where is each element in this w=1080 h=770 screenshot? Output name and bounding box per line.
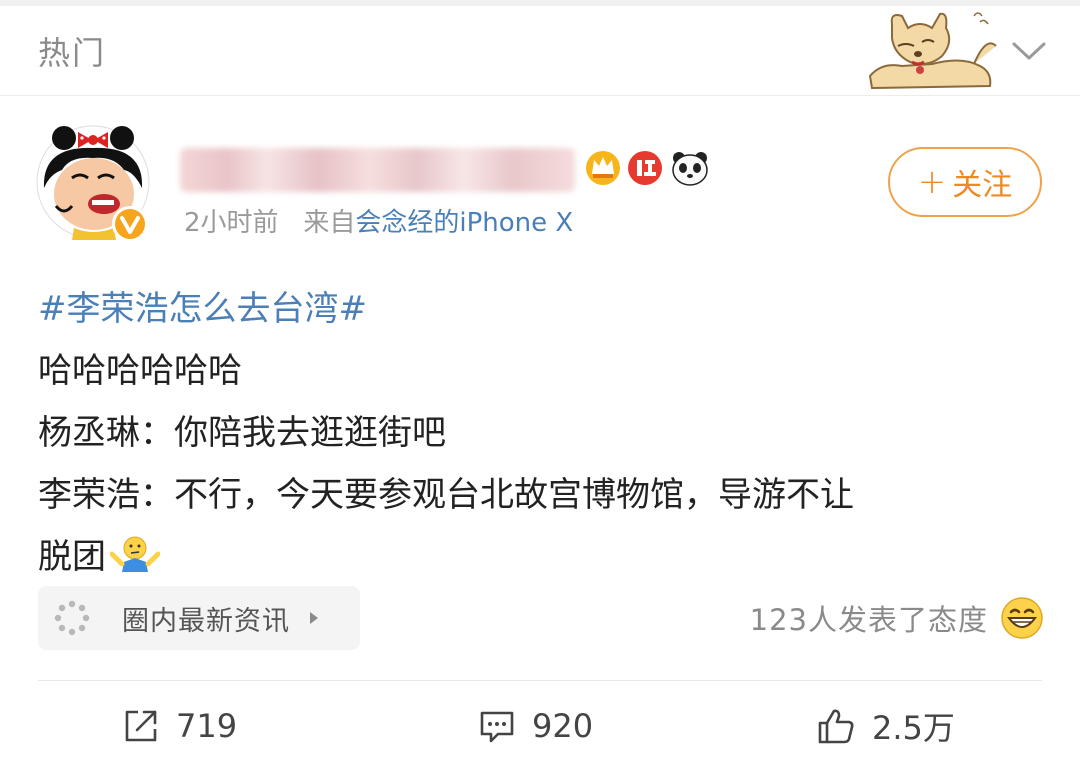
grin-emoji-icon: [1001, 597, 1043, 639]
caret-right-icon: [310, 612, 318, 624]
circle-tag-button[interactable]: 圈内最新资讯: [38, 586, 360, 650]
post-time: 2小时前: [184, 208, 279, 238]
user-badges: [586, 151, 708, 186]
shrug-emoji-icon: [110, 536, 160, 572]
post-source-device[interactable]: 会念经的iPhone X: [355, 208, 573, 238]
comment-button[interactable]: 920: [478, 698, 593, 754]
post-content: #李荣浩怎么去台湾# 哈哈哈哈哈哈 杨丞琳：你陪我去逛逛街吧 李荣浩：不行，今天…: [38, 278, 1048, 588]
username-redacted[interactable]: [180, 148, 575, 192]
content-line-1: 哈哈哈哈哈哈: [38, 351, 242, 391]
like-button[interactable]: 2.5万: [816, 698, 955, 754]
circle-dots-icon: [54, 600, 90, 636]
circle-tag-label: 圈内最新资讯: [122, 605, 290, 637]
panda-badge-icon: [672, 152, 708, 186]
section-header: 热门: [0, 6, 1080, 96]
content-line-2: 杨丞琳：你陪我去逛逛街吧: [38, 413, 446, 453]
chevron-down-icon[interactable]: [1008, 36, 1050, 64]
red-badge-icon: [628, 151, 662, 185]
repost-button[interactable]: 719: [122, 698, 237, 754]
section-title: 热门: [38, 34, 107, 72]
action-divider: [38, 680, 1042, 681]
follow-button[interactable]: + 关注: [888, 147, 1042, 217]
reactions-text: 123人发表了态度: [749, 603, 988, 637]
comment-count: 920: [532, 707, 594, 745]
avatar-container: [34, 112, 154, 244]
plus-icon: +: [917, 162, 947, 202]
post-meta: 2小时前 来自会念经的iPhone X: [184, 202, 573, 239]
post-source-prefix: 来自: [303, 208, 356, 238]
like-count: 2.5万: [872, 709, 955, 747]
weibo-post-page: 热门 2小时前 来自会念经的iPhone X + 关注 #李荣浩怎么去台湾# 哈…: [0, 0, 1080, 770]
hashtag-link[interactable]: #李荣浩怎么去台湾#: [38, 278, 1048, 340]
repost-icon: [125, 710, 157, 742]
dog-illustration: [868, 12, 997, 90]
crown-badge-icon: [586, 151, 620, 185]
thumbs-up-icon: [818, 709, 854, 744]
content-line-4-wrap: 脱团: [38, 526, 1048, 588]
content-line-3: 李荣浩：不行，今天要参观台北故宫博物馆，导游不让: [38, 475, 854, 515]
comment-icon: [480, 711, 514, 743]
reactions-summary[interactable]: 123人发表了态度: [750, 592, 1044, 644]
verified-badge-icon: [112, 206, 148, 242]
repost-count: 719: [176, 707, 238, 745]
content-line-4: 脱团: [38, 537, 106, 577]
follow-label: 关注: [952, 168, 1013, 203]
